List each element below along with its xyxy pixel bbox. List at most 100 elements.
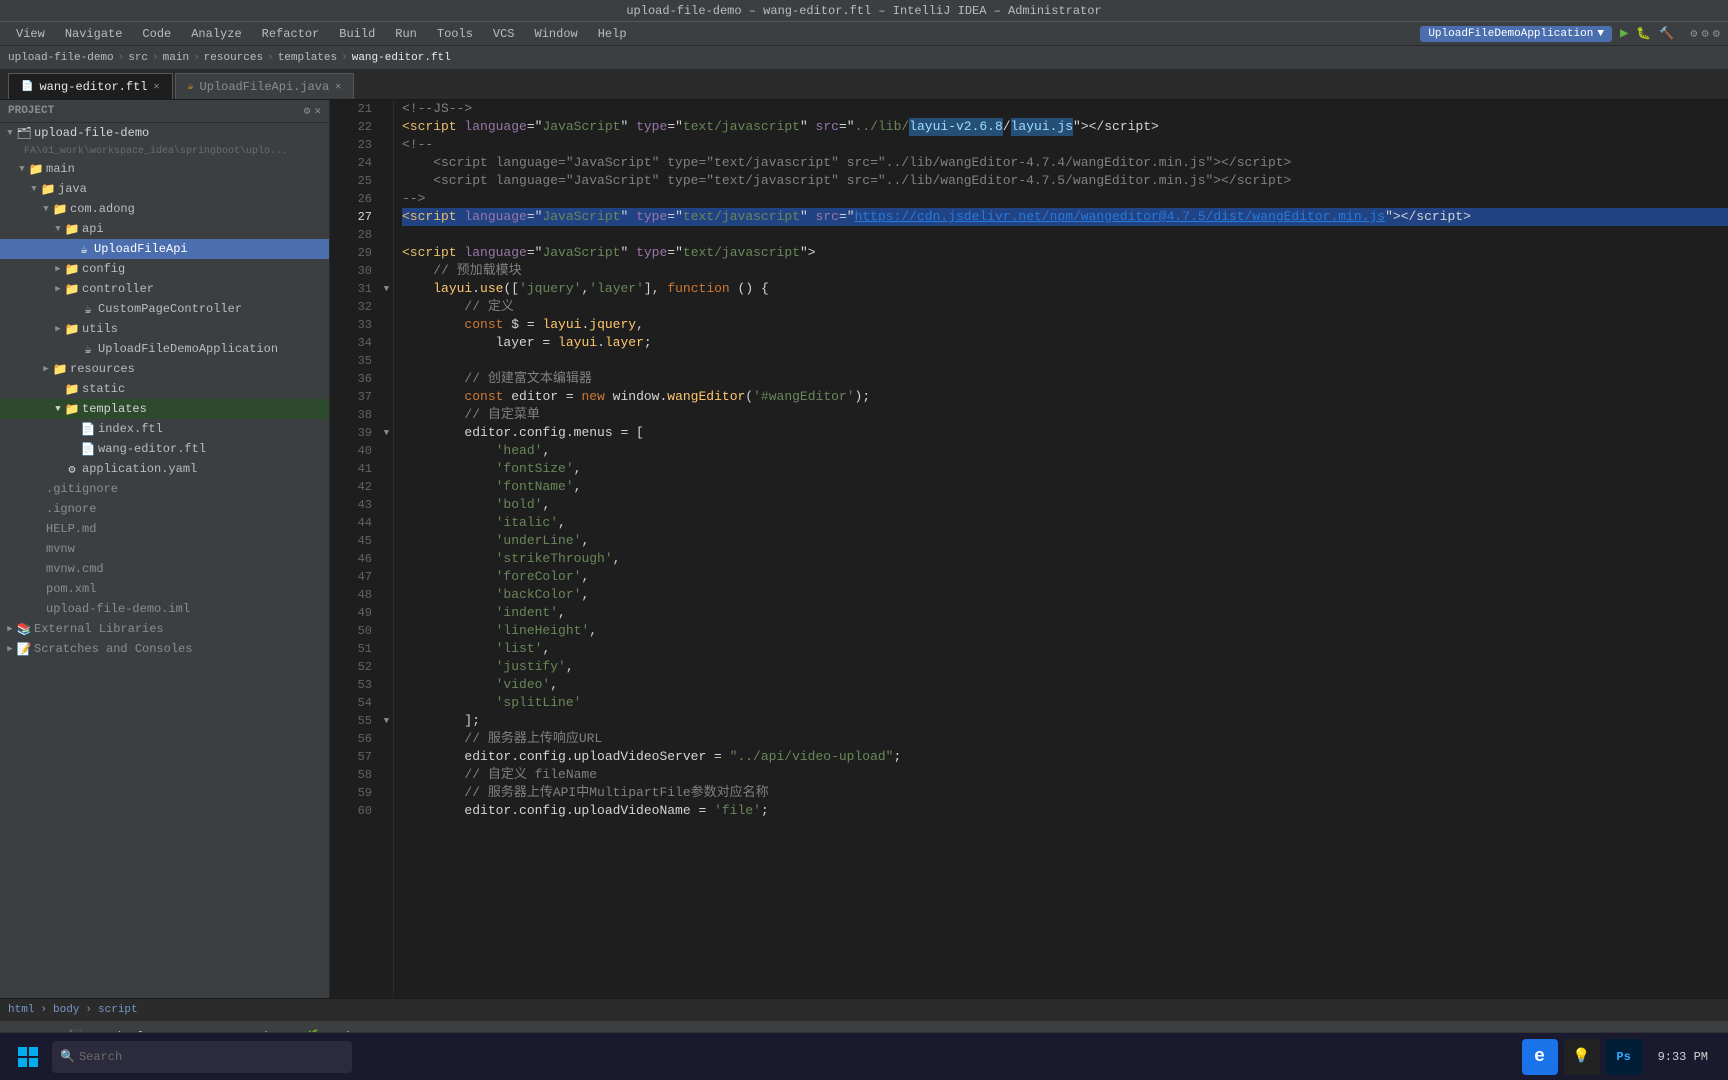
sidebar-item-scratches[interactable]: ▶ 📝 Scratches and Consoles — [0, 639, 329, 659]
sidebar-item-utils[interactable]: ▶ 📁 utils — [0, 319, 329, 339]
breadcrumb-src[interactable]: src — [128, 52, 148, 64]
tab-wang-editor[interactable]: 📄 wang-editor.ftl ✕ — [8, 73, 173, 99]
sidebar-item-api[interactable]: ▼ 📁 api — [0, 219, 329, 239]
taskbar-search[interactable]: 🔍 Search — [52, 1041, 352, 1073]
sidebar-item-gitignore[interactable]: .gitignore — [0, 479, 329, 499]
tab-upload-api[interactable]: ☕ UploadFileApi.java ✕ — [175, 73, 355, 99]
line-num-50: 50 — [330, 622, 372, 640]
sidebar-item-app[interactable]: ☕ UploadFileDemoApplication — [0, 339, 329, 359]
run-button[interactable]: ▶ — [1620, 25, 1628, 42]
menu-view[interactable]: View — [8, 25, 53, 43]
sidebar-item-ignore[interactable]: .ignore — [0, 499, 329, 519]
sidebar-item-project[interactable]: ▼ 🗂 upload-file-demo — [0, 123, 329, 143]
line-num-42: 42 — [330, 478, 372, 496]
sidebar-item-pom[interactable]: pom.xml — [0, 579, 329, 599]
sidebar-item-templates[interactable]: ▼ 📁 templates — [0, 399, 329, 419]
sidebar-item-upload-file-api[interactable]: ☕ UploadFileApi — [0, 239, 329, 259]
search-placeholder: Search — [79, 1050, 122, 1064]
code-line-47: 'foreColor' , — [402, 568, 1728, 586]
code-line-50: 'lineHeight' , — [402, 622, 1728, 640]
code-line-40: 'head' , — [402, 442, 1728, 460]
sidebar-item-custom-page-controller[interactable]: ☕ CustomPageController — [0, 299, 329, 319]
sidebar-settings-icon[interactable]: ⚙ — [304, 104, 311, 118]
code-line-58: // 自定义 fileName — [402, 766, 1728, 784]
sidebar-item-controller[interactable]: ▶ 📁 controller — [0, 279, 329, 299]
run-config-selector[interactable]: UploadFileDemoApplication ▼ — [1420, 26, 1612, 42]
menu-build[interactable]: Build — [331, 25, 383, 43]
line-num-24: 24 — [330, 154, 372, 172]
line-num-49: 49 — [330, 604, 372, 622]
menu-help[interactable]: Help — [590, 25, 635, 43]
line-num-31: 31 — [330, 280, 372, 298]
action-icon-2[interactable]: ⚙ — [1702, 26, 1709, 41]
breadcrumb-sep-1: › — [118, 52, 125, 64]
sidebar-item-index-ftl[interactable]: 📄 index.ftl — [0, 419, 329, 439]
sidebar-item-mvnw-cmd[interactable]: mvnw.cmd — [0, 559, 329, 579]
sidebar-item-static[interactable]: 📁 static — [0, 379, 329, 399]
code-line-29: <script language =" JavaScript " type ="… — [402, 244, 1728, 262]
code-line-38: // 自定菜单 — [402, 406, 1728, 424]
line-num-30: 30 — [330, 262, 372, 280]
sidebar-item-config[interactable]: ▶ 📁 config — [0, 259, 329, 279]
menu-navigate[interactable]: Navigate — [57, 25, 131, 43]
path-body[interactable]: body — [53, 1004, 79, 1016]
code-line-39: editor.config.menus = [ — [402, 424, 1728, 442]
line-num-33: 33 — [330, 316, 372, 334]
line-num-38: 38 — [330, 406, 372, 424]
code-line-56: // 服务器上传响应URL — [402, 730, 1728, 748]
path-html[interactable]: html — [8, 1004, 34, 1016]
tab-close-upload-api[interactable]: ✕ — [335, 81, 341, 93]
code-line-27: <script language =" JavaScript " type ="… — [402, 208, 1728, 226]
breadcrumb-project[interactable]: upload-file-demo — [8, 52, 114, 64]
sidebar-item-application-yaml[interactable]: ⚙ application.yaml — [0, 459, 329, 479]
taskbar-app-idea[interactable]: 💡 — [1564, 1039, 1600, 1075]
breadcrumb-file[interactable]: wang-editor.ftl — [352, 52, 451, 64]
line-num-58: 58 — [330, 766, 372, 784]
tab-icon-ftl: 📄 — [21, 81, 33, 93]
tab-close-wang-editor[interactable]: ✕ — [153, 81, 159, 93]
menu-vcs[interactable]: VCS — [485, 25, 523, 43]
sidebar-item-com-adong[interactable]: ▼ 📁 com.adong — [0, 199, 329, 219]
menu-code[interactable]: Code — [134, 25, 179, 43]
sidebar-close-icon[interactable]: ✕ — [314, 104, 321, 118]
sidebar-item-wang-editor-ftl[interactable]: 📄 wang-editor.ftl — [0, 439, 329, 459]
taskbar-start[interactable] — [8, 1037, 48, 1077]
menu-bar: View Navigate Code Analyze Refactor Buil… — [0, 22, 1728, 46]
taskbar-app-edge[interactable]: e — [1522, 1039, 1558, 1075]
menu-analyze[interactable]: Analyze — [183, 25, 249, 43]
breadcrumb-main[interactable]: main — [163, 52, 189, 64]
line-num-40: 40 — [330, 442, 372, 460]
title-text: upload-file-demo – wang-editor.ftl – Int… — [626, 4, 1101, 18]
line-num-53: 53 — [330, 676, 372, 694]
breadcrumb-resources[interactable]: resources — [204, 52, 263, 64]
sidebar-item-resources[interactable]: ▶ 📁 resources — [0, 359, 329, 379]
sidebar-item-main[interactable]: ▼ 📁 main — [0, 159, 329, 179]
code-line-55: ]; — [402, 712, 1728, 730]
build-button[interactable]: 🔨 — [1659, 26, 1674, 41]
menu-refactor[interactable]: Refactor — [254, 25, 328, 43]
code-line-22: <script language =" JavaScript " type ="… — [402, 118, 1728, 136]
code-line-53: 'video' , — [402, 676, 1728, 694]
menu-run[interactable]: Run — [387, 25, 425, 43]
debug-button[interactable]: 🐛 — [1636, 26, 1651, 41]
path-sep-1: › — [40, 1004, 47, 1016]
sidebar-item-external-libraries[interactable]: ▶ 📚 External Libraries — [0, 619, 329, 639]
breadcrumb: upload-file-demo › src › main › resource… — [0, 46, 1728, 70]
action-icon-1[interactable]: ⚙ — [1690, 26, 1697, 41]
menu-tools[interactable]: Tools — [429, 25, 481, 43]
sidebar-item-java[interactable]: ▼ 📁 java — [0, 179, 329, 199]
breadcrumb-templates[interactable]: templates — [278, 52, 337, 64]
action-icon-3[interactable]: ⚙ — [1713, 26, 1720, 41]
sidebar-item-mvnw[interactable]: mvnw — [0, 539, 329, 559]
line-num-39: 39 — [330, 424, 372, 442]
line-num-22: 22 — [330, 118, 372, 136]
path-script[interactable]: script — [98, 1004, 138, 1016]
code-content[interactable]: <!--JS--> <script language =" JavaScript… — [394, 100, 1728, 998]
tab-bar: 📄 wang-editor.ftl ✕ ☕ UploadFileApi.java… — [0, 70, 1728, 100]
taskbar-app-ps[interactable]: Ps — [1606, 1039, 1642, 1075]
code-line-51: 'list' , — [402, 640, 1728, 658]
sidebar-item-help[interactable]: HELP.md — [0, 519, 329, 539]
menu-window[interactable]: Window — [527, 25, 586, 43]
code-line-52: 'justify' , — [402, 658, 1728, 676]
sidebar-item-iml[interactable]: upload-file-demo.iml — [0, 599, 329, 619]
